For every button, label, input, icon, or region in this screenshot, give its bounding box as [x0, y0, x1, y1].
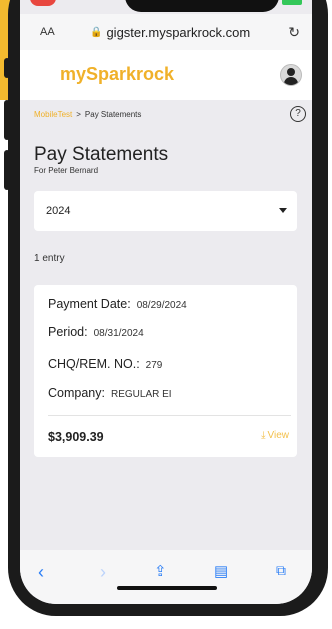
url-display[interactable]: 🔒 gigster.mysparkrock.com — [90, 25, 250, 40]
phone-frame: AA 🔒 gigster.mysparkrock.com ↻ mySparkro… — [8, 0, 328, 616]
pay-statement-card: Payment Date: 08/29/2024 Period: 08/31/2… — [34, 285, 297, 457]
chevron-left-icon[interactable]: ‹ — [38, 562, 44, 583]
phone-screen: AA 🔒 gigster.mysparkrock.com ↻ mySparkro… — [20, 0, 312, 604]
share-icon[interactable]: ⇪ — [154, 562, 167, 580]
breadcrumb: MobileTest > Pay Statements — [34, 110, 141, 119]
caret-down-icon — [279, 208, 287, 213]
company-row: Company: REGULAR EI — [48, 386, 172, 400]
lock-icon: 🔒 — [90, 26, 103, 38]
payment-date-label: Payment Date: — [48, 297, 131, 311]
avatar-head — [287, 68, 295, 76]
battery-icon — [282, 0, 302, 5]
period-label: Period: — [48, 325, 88, 339]
chq-row: CHQ/REM. NO.: 279 — [48, 357, 162, 371]
chq-value: 279 — [145, 360, 163, 371]
recording-indicator — [30, 0, 56, 6]
year-select-value: 2024 — [46, 205, 71, 217]
year-select[interactable]: 2024 — [34, 191, 297, 231]
app-header: mySparkrock — [20, 50, 312, 100]
period-value: 08/31/2024 — [93, 328, 144, 339]
brand-logo[interactable]: mySparkrock — [60, 64, 174, 85]
page-subtitle: For Peter Bernard — [34, 166, 99, 175]
browser-toolbar: ‹ › ⇪ ▤ ⧉ — [20, 550, 312, 604]
book-icon[interactable]: ▤ — [214, 562, 228, 580]
company-value: REGULAR EI — [110, 389, 172, 400]
page-title: Pay Statements — [34, 144, 169, 165]
reload-icon[interactable]: ↻ — [288, 24, 300, 41]
period-row: Period: 08/31/2024 — [48, 325, 144, 339]
avatar[interactable] — [280, 64, 302, 86]
breadcrumb-current: Pay Statements — [84, 110, 142, 119]
text-size-button[interactable]: AA — [40, 26, 55, 38]
breadcrumb-parent-link[interactable]: MobileTest — [34, 110, 72, 119]
payment-date-row: Payment Date: 08/29/2024 — [48, 297, 187, 311]
home-indicator — [117, 586, 217, 590]
company-label: Company: — [48, 386, 105, 400]
notch — [125, 0, 279, 12]
address-bar[interactable]: AA 🔒 gigster.mysparkrock.com ↻ — [20, 14, 312, 50]
view-label: View — [267, 430, 290, 441]
payment-date-value: 08/29/2024 — [136, 300, 187, 311]
avatar-body — [284, 77, 298, 85]
download-icon: ⤓ — [261, 430, 266, 441]
chevron-right-icon[interactable]: › — [100, 562, 106, 583]
help-circle-icon[interactable]: ? — [290, 106, 306, 122]
tabs-icon[interactable]: ⧉ — [276, 562, 286, 579]
divider — [48, 415, 291, 416]
amount: $3,909.39 — [48, 430, 104, 444]
view-button[interactable]: ⤓ View — [261, 430, 289, 441]
entry-count: 1 entry — [34, 253, 65, 264]
breadcrumb-separator: > — [76, 110, 81, 119]
url-text: gigster.mysparkrock.com — [106, 24, 251, 40]
chq-label: CHQ/REM. NO.: — [48, 357, 140, 371]
